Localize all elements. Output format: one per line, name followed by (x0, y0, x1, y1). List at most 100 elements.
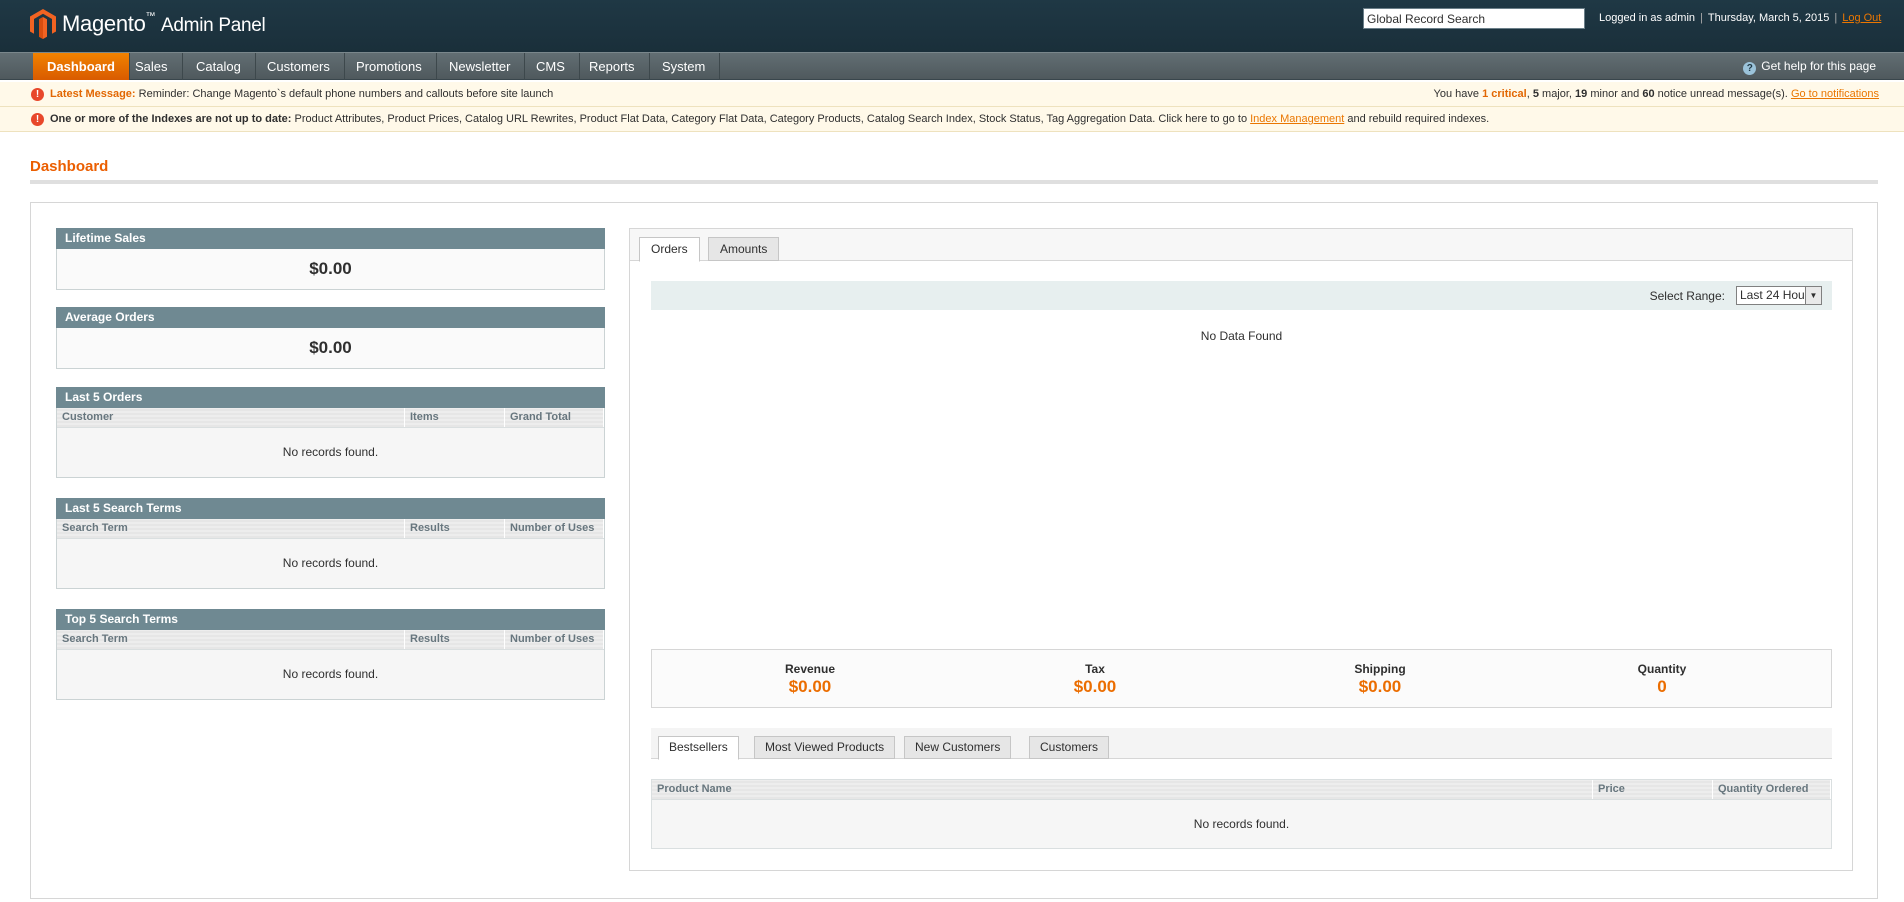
range-bar: Select Range: Last 24 Hours ▼ (651, 281, 1832, 310)
index-message-suffix: and rebuild required indexes. (1344, 113, 1490, 125)
latest-message-label: Latest Message: (50, 88, 136, 100)
no-data-message: No Data Found (1200, 329, 1283, 343)
error-icon: ! (31, 88, 44, 101)
last-orders-box: Last 5 Orders Customer Items Grand Total… (56, 387, 605, 478)
total-quantity: Quantity 0 (1582, 662, 1742, 697)
bestsellers-grid: Product Name Price Quantity Ordered No r… (651, 779, 1832, 849)
column-product-name[interactable]: Product Name (652, 780, 1593, 799)
index-message-text: Product Attributes, Product Prices, Cata… (291, 113, 1251, 125)
average-orders-box: Average Orders $0.00 (56, 307, 605, 369)
lifetime-sales-value: $0.00 (309, 259, 352, 278)
column-quantity-ordered[interactable]: Quantity Ordered (1713, 780, 1831, 799)
total-revenue: Revenue $0.00 (730, 662, 890, 697)
magento-logo-icon (30, 9, 56, 39)
nav-customers[interactable]: Customers (253, 53, 345, 80)
column-results[interactable]: Results (405, 630, 505, 649)
top-search-terms-box: Top 5 Search Terms Search Term Results N… (56, 609, 605, 700)
tab-orders[interactable]: Orders (639, 237, 700, 262)
header: Magento™ Admin Panel Logged in as admin |… (0, 0, 1904, 52)
column-results[interactable]: Results (405, 519, 505, 538)
total-value: $0.00 (1073, 677, 1117, 696)
total-label: Quantity (1637, 662, 1687, 676)
grid-header: Product Name Price Quantity Ordered (652, 780, 1831, 800)
tab-amounts[interactable]: Amounts (708, 237, 780, 261)
nav-dashboard[interactable]: Dashboard (33, 53, 130, 80)
page-title: Dashboard (30, 158, 109, 175)
empty-grid-message: No records found. (57, 539, 604, 588)
grid-header: Search Term Results Number of Uses (57, 519, 604, 539)
header-separator: | (1834, 12, 1838, 24)
logged-in-text: Logged in as admin (1599, 12, 1696, 24)
tab-customers[interactable]: Customers (1029, 736, 1110, 759)
nav-sales[interactable]: Sales (121, 53, 183, 80)
magento-logo[interactable]: Magento™ Admin Panel (30, 8, 266, 40)
total-value: $0.00 (1358, 677, 1402, 696)
notice-text: notice unread message(s). (1654, 88, 1791, 100)
last-search-terms-box: Last 5 Search Terms Search Term Results … (56, 498, 605, 589)
minor-text: minor and (1587, 88, 1643, 100)
header-user-info: Logged in as admin | Thursday, March 5, 20… (1599, 12, 1881, 24)
column-search-term[interactable]: Search Term (57, 630, 405, 649)
column-search-term[interactable]: Search Term (57, 519, 405, 538)
latest-message-text: Reminder: Change Magento`s default phone… (135, 88, 554, 100)
notifications-link[interactable]: Go to notifications (1791, 88, 1879, 100)
total-value: $0.00 (788, 677, 832, 696)
nav-system[interactable]: System (648, 53, 721, 80)
totals-bar: Revenue $0.00 Tax $0.00 Shipping $0.00 Q… (651, 649, 1832, 708)
header-separator: | (1700, 12, 1703, 24)
critical-count: 1 critical (1482, 88, 1527, 100)
select-range-label: Select Range: (1649, 289, 1725, 303)
nav-reports[interactable]: Reports (575, 53, 650, 80)
empty-grid-message: No records found. (57, 650, 604, 699)
logo-tm: ™ (145, 11, 156, 22)
grid-tabs: Bestsellers Most Viewed Products New Cus… (651, 728, 1832, 760)
last-orders-title: Last 5 Orders (56, 387, 605, 408)
global-search-input[interactable] (1363, 8, 1585, 29)
grid-header: Search Term Results Number of Uses (57, 630, 604, 650)
nav-cms[interactable]: CMS (522, 53, 580, 80)
column-number-of-uses[interactable]: Number of Uses (505, 630, 604, 649)
total-label: Tax (1085, 662, 1105, 676)
index-management-link[interactable]: Index Management (1250, 113, 1344, 125)
column-grand-total[interactable]: Grand Total (505, 408, 604, 427)
grid-header: Customer Items Grand Total (57, 408, 604, 428)
index-message-label: One or more of the Indexes are not up to… (50, 113, 292, 125)
help-label: Get help for this page (1761, 59, 1876, 73)
title-divider (30, 180, 1878, 184)
lifetime-sales-title: Lifetime Sales (56, 228, 605, 249)
notice-count: 60 (1642, 88, 1655, 100)
nav-catalog[interactable]: Catalog (182, 53, 256, 80)
lifetime-sales-box: Lifetime Sales $0.00 (56, 228, 605, 290)
nav-newsletter[interactable]: Newsletter (435, 53, 526, 80)
tab-most-viewed-products[interactable]: Most Viewed Products (754, 736, 896, 759)
logout-link[interactable]: Log Out (1842, 12, 1881, 24)
chart-panel: Orders Amounts Select Range: Last 24 Hou… (629, 228, 1853, 871)
tab-new-customers[interactable]: New Customers (904, 736, 1012, 759)
latest-message-bar: ! Latest Message: Reminder: Change Magen… (0, 82, 1904, 107)
top-search-terms-title: Top 5 Search Terms (56, 609, 605, 630)
empty-grid-message: No records found. (57, 428, 604, 477)
range-select-value: Last 24 Hours (1740, 288, 1815, 302)
total-tax: Tax $0.00 (1015, 662, 1175, 697)
minor-count: 19 (1575, 88, 1588, 100)
average-orders-value: $0.00 (309, 338, 352, 357)
error-icon: ! (31, 113, 44, 126)
range-select[interactable]: Last 24 Hours ▼ (1736, 286, 1822, 305)
help-icon: ? (1743, 62, 1757, 75)
last-search-terms-title: Last 5 Search Terms (56, 498, 605, 519)
help-link[interactable]: ? Get help for this page (1743, 53, 1876, 80)
chevron-down-icon: ▼ (1805, 287, 1821, 304)
chart-tabs: Orders Amounts (630, 229, 1852, 262)
index-message-bar: ! One or more of the Indexes are not up … (0, 107, 1904, 132)
average-orders-title: Average Orders (56, 307, 605, 328)
column-number-of-uses[interactable]: Number of Uses (505, 519, 604, 538)
header-date: Thursday, March 5, 2015 (1707, 12, 1830, 24)
total-shipping: Shipping $0.00 (1300, 662, 1460, 697)
notification-summary: You have 1 critical, 5 major, 19 minor a… (1434, 88, 1879, 100)
column-price[interactable]: Price (1593, 780, 1713, 799)
column-customer[interactable]: Customer (57, 408, 405, 427)
tab-bestsellers[interactable]: Bestsellers (658, 736, 739, 760)
nav-promotions[interactable]: Promotions (342, 53, 437, 80)
summary-prefix: You have (1433, 88, 1483, 100)
column-items[interactable]: Items (405, 408, 505, 427)
